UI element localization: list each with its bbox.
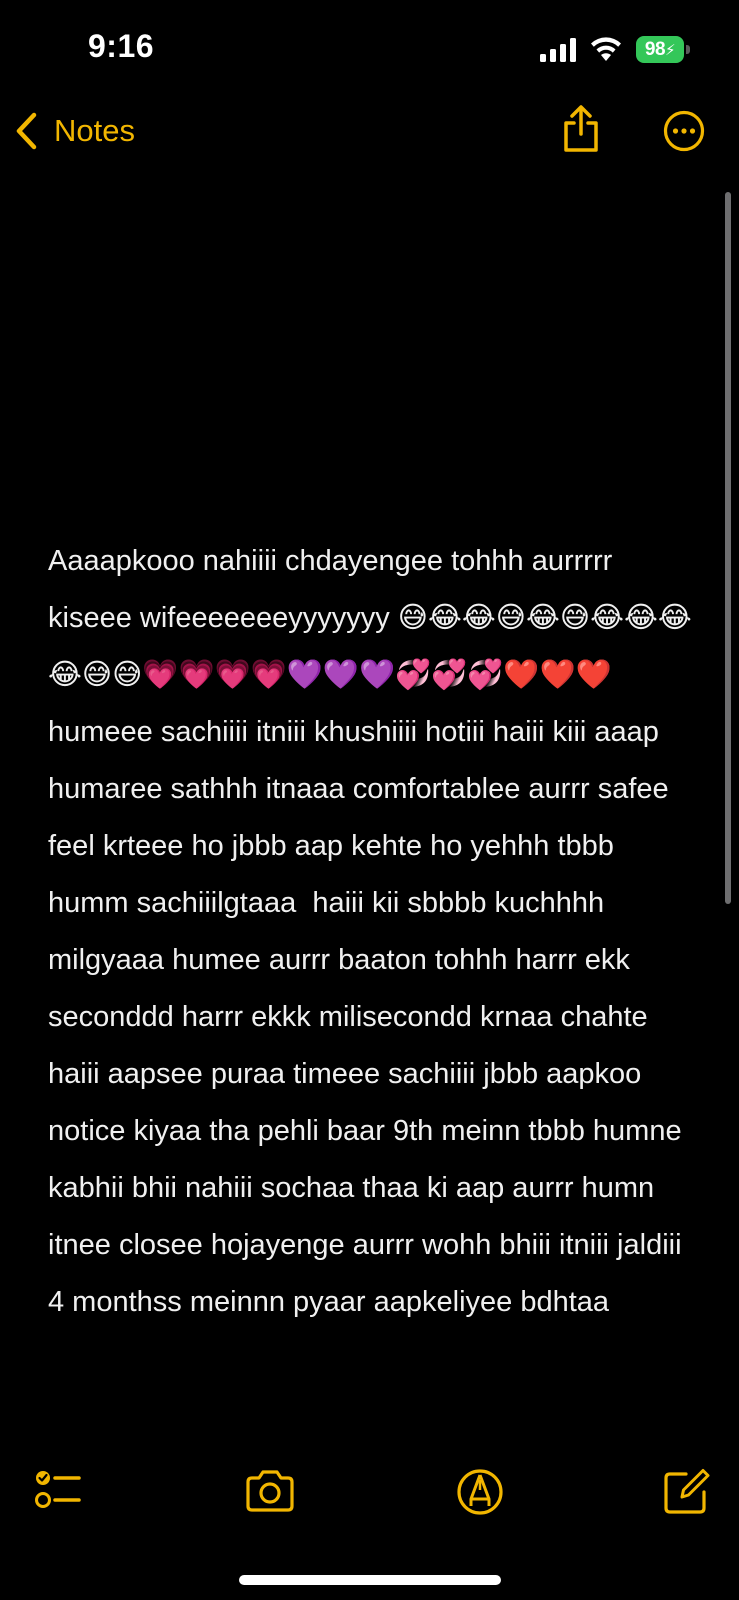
chevron-left-icon <box>16 112 37 150</box>
note-body[interactable]: Aaaapkooo nahiiii chdayengee tohhh aurrr… <box>48 533 700 1331</box>
battery-level: 98⚡ <box>636 36 684 63</box>
ellipsis-circle-icon[interactable] <box>663 110 705 152</box>
cellular-signal-icon <box>540 38 576 62</box>
status-time: 9:16 <box>88 28 155 64</box>
bottom-toolbar <box>0 1466 739 1526</box>
back-to-notes-button[interactable]: Notes <box>14 108 135 154</box>
share-icon[interactable] <box>561 104 601 154</box>
markup-pen-icon[interactable] <box>454 1466 506 1518</box>
back-label: Notes <box>54 113 135 148</box>
wifi-icon <box>591 37 621 61</box>
status-bar: 9:16 98⚡ <box>0 0 739 100</box>
home-indicator[interactable] <box>239 1575 501 1585</box>
battery-tip <box>686 45 690 54</box>
checklist-icon[interactable] <box>32 1466 84 1518</box>
compose-icon[interactable] <box>660 1466 712 1518</box>
battery-indicator: 98⚡ <box>636 36 690 63</box>
scroll-indicator[interactable] <box>725 192 731 904</box>
camera-icon[interactable] <box>244 1466 296 1518</box>
navigation-bar: Notes <box>0 100 739 162</box>
